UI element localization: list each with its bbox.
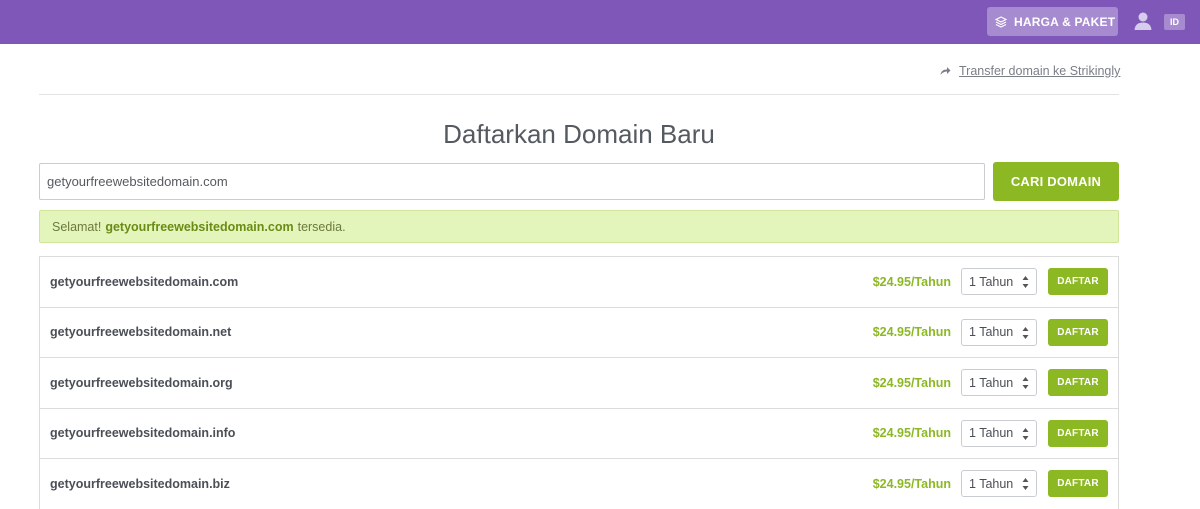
domain-result-row: getyourfreewebsitedomain.com $24.95/Tahu… bbox=[40, 257, 1118, 308]
select-arrows-icon bbox=[1022, 377, 1029, 389]
register-button[interactable]: DAFTAR bbox=[1048, 470, 1108, 497]
select-arrows-icon bbox=[1022, 427, 1029, 440]
term-value: 1 Tahun bbox=[969, 375, 1014, 390]
domain-result-row: getyourfreewebsitedomain.info $24.95/Tah… bbox=[40, 409, 1118, 459]
pricing-plans-button[interactable]: HARGA & PAKET bbox=[987, 7, 1118, 36]
success-prefix: Selamat! bbox=[52, 219, 102, 234]
domain-price: $24.95/Tahun bbox=[872, 325, 951, 340]
domain-price: $24.95/Tahun bbox=[872, 375, 951, 390]
domain-price: $24.95/Tahun bbox=[872, 274, 951, 289]
domain-name: getyourfreewebsitedomain.biz bbox=[50, 476, 230, 491]
user-icon[interactable] bbox=[1133, 11, 1153, 31]
term-select[interactable]: 1 Tahun bbox=[961, 268, 1037, 295]
domain-name: getyourfreewebsitedomain.com bbox=[50, 274, 239, 289]
transfer-domain-label: Transfer domain ke Strikingly bbox=[959, 64, 1121, 78]
transfer-domain-link[interactable]: Transfer domain ke Strikingly bbox=[940, 64, 1120, 78]
term-value: 1 Tahun bbox=[969, 476, 1014, 491]
header-divider bbox=[39, 94, 1119, 95]
term-select[interactable]: 1 Tahun bbox=[961, 419, 1037, 447]
success-suffix: tersedia. bbox=[297, 219, 346, 234]
domain-name: getyourfreewebsitedomain.org bbox=[50, 375, 233, 390]
domain-price: $24.95/Tahun bbox=[872, 426, 951, 441]
domain-results-list: getyourfreewebsitedomain.com $24.95/Tahu… bbox=[39, 256, 1119, 509]
top-navigation-bar: HARGA & PAKET ID bbox=[0, 0, 1200, 44]
language-selector[interactable]: ID bbox=[1164, 14, 1185, 30]
register-button[interactable]: DAFTAR bbox=[1048, 369, 1108, 396]
page-title: Daftarkan Domain Baru bbox=[443, 119, 715, 149]
register-button[interactable]: DAFTAR bbox=[1048, 268, 1108, 295]
term-value: 1 Tahun bbox=[969, 325, 1014, 339]
availability-success-message: Selamat! getyourfreewebsitedomain.com te… bbox=[39, 210, 1119, 243]
select-arrows-icon bbox=[1022, 478, 1029, 490]
select-arrows-icon bbox=[1022, 326, 1029, 339]
term-value: 1 Tahun bbox=[969, 274, 1014, 289]
domain-result-row: getyourfreewebsitedomain.org $24.95/Tahu… bbox=[40, 358, 1118, 409]
pricing-plans-label: HARGA & PAKET bbox=[1014, 14, 1116, 29]
term-select[interactable]: 1 Tahun bbox=[961, 369, 1037, 396]
domain-search-input[interactable] bbox=[39, 163, 985, 200]
register-button[interactable]: DAFTAR bbox=[1048, 419, 1108, 447]
share-arrow-icon bbox=[940, 67, 951, 75]
term-select[interactable]: 1 Tahun bbox=[961, 318, 1037, 346]
term-value: 1 Tahun bbox=[969, 426, 1014, 440]
term-select[interactable]: 1 Tahun bbox=[961, 470, 1037, 497]
layers-icon bbox=[995, 15, 1007, 28]
domain-price: $24.95/Tahun bbox=[872, 476, 951, 491]
available-domain: getyourfreewebsitedomain.com bbox=[105, 219, 294, 234]
domain-name: getyourfreewebsitedomain.net bbox=[50, 325, 232, 340]
domain-name: getyourfreewebsitedomain.info bbox=[50, 426, 236, 441]
select-arrows-icon bbox=[1022, 276, 1029, 288]
domain-result-row: getyourfreewebsitedomain.biz $24.95/Tahu… bbox=[40, 459, 1118, 509]
register-button[interactable]: DAFTAR bbox=[1048, 318, 1108, 346]
domain-result-row: getyourfreewebsitedomain.net $24.95/Tahu… bbox=[40, 308, 1118, 358]
search-domain-button[interactable]: CARI DOMAIN bbox=[993, 162, 1119, 201]
